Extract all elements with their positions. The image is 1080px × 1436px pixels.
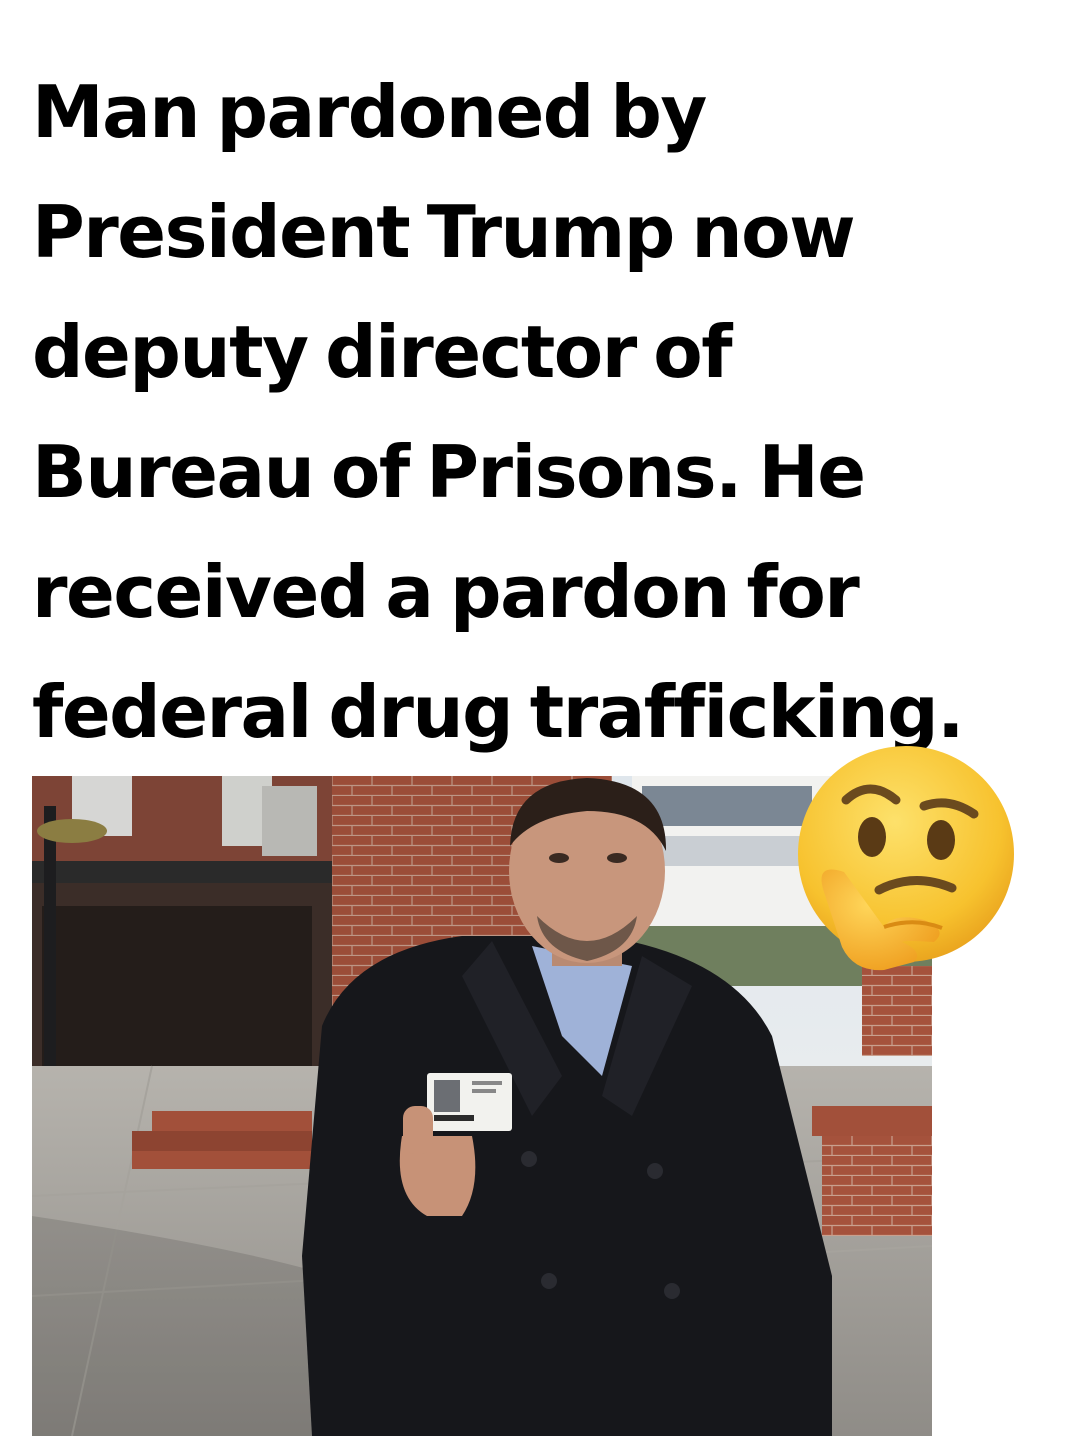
headline: Man pardoned by President Trump now depu… (32, 52, 1072, 772)
headline-line-1: Man pardoned by (32, 70, 707, 154)
headline-line-4: Bureau of Prisons. He (32, 430, 866, 514)
headline-line-2: President Trump now (32, 190, 856, 274)
headline-line-3: deputy director of (32, 310, 733, 394)
headline-line-5: received a pardon for (32, 550, 860, 634)
thinking-face-icon (784, 742, 1024, 982)
